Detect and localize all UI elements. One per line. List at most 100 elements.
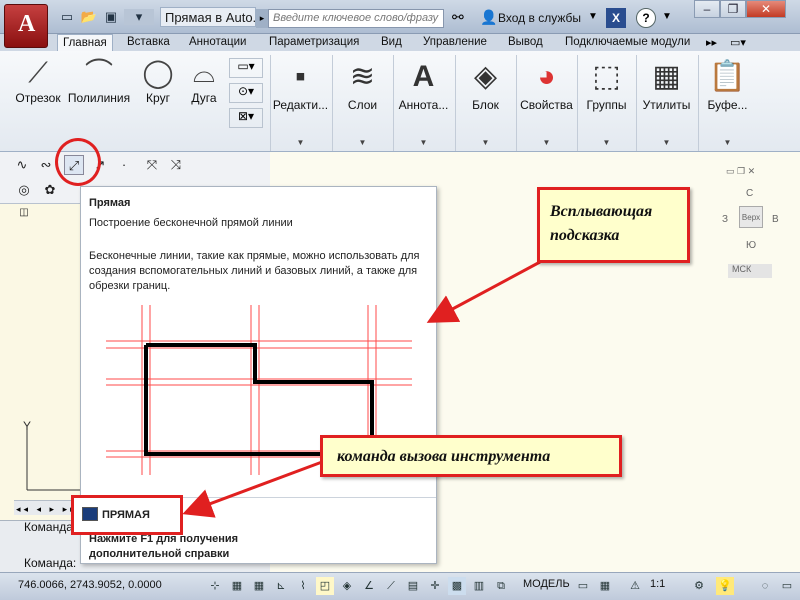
search-input[interactable]: Введите ключевое слово/фразу: [268, 9, 444, 28]
layout-icon[interactable]: ▭: [574, 577, 592, 595]
spline-fit-icon[interactable]: ∾: [36, 155, 56, 175]
annotation-scale[interactable]: 1:1: [650, 578, 665, 590]
tab-view[interactable]: Вид: [376, 34, 407, 51]
ortho-icon[interactable]: ⊾: [272, 577, 290, 595]
exchange-icon[interactable]: X: [606, 8, 626, 28]
properties-dropdown-icon: ▼: [542, 138, 551, 147]
wipeout-icon[interactable]: ✿: [40, 180, 60, 200]
layout-nav-icon[interactable]: ◂◂ ◂ ▸ ▸▸: [16, 504, 78, 514]
point-icon[interactable]: ·: [114, 155, 134, 175]
3d-osnap-icon[interactable]: ◈: [338, 577, 356, 595]
utilities-panel-button[interactable]: ▦ Утилиты ▼: [636, 55, 696, 151]
measure-icon[interactable]: ⤨: [166, 155, 186, 175]
ucs-axis-icon: Y: [23, 420, 81, 491]
lineweight-icon[interactable]: ✛: [426, 577, 444, 595]
modify-panel-button[interactable]: ▪ Редакти... ▼: [270, 55, 330, 151]
status-bar: 746.0066, 2743.9052, 0.0000 ⊹ ▦ ▦ ⊾ ⌇ ◰ …: [0, 572, 800, 600]
polyline-tool-label: Полилиния: [67, 91, 131, 105]
circle-tool-button[interactable]: ◯ Круг: [138, 55, 178, 105]
layout-grid-icon[interactable]: ▦: [596, 577, 614, 595]
viewcube-south: Ю: [746, 240, 757, 251]
signin-dropdown-icon[interactable]: ▼: [588, 11, 598, 22]
snap-icon[interactable]: ⊹: [206, 577, 224, 595]
restore-icon[interactable]: ❐: [720, 0, 746, 18]
tooltip-command: ПРЯМАЯ: [102, 509, 150, 521]
command-history-2: Команда:: [24, 556, 77, 570]
polar-icon[interactable]: ⌇: [294, 577, 312, 595]
tab-insert[interactable]: Вставка: [122, 34, 175, 51]
dyn-icon[interactable]: ▤: [404, 577, 422, 595]
grid-display-icon[interactable]: ▦: [250, 577, 268, 595]
otrack-icon[interactable]: ∠: [360, 577, 378, 595]
divide-icon[interactable]: ⤧: [142, 155, 162, 175]
help-icon[interactable]: ?: [636, 8, 656, 28]
open-folder-icon[interactable]: 📂: [80, 9, 98, 25]
save-icon[interactable]: ▣: [102, 9, 120, 25]
ucs-menu[interactable]: МСК: [728, 264, 772, 278]
help-dropdown-icon[interactable]: ▼: [662, 11, 672, 22]
calculator-icon: ▦: [652, 60, 681, 93]
title-dropdown-icon[interactable]: ▸: [256, 9, 268, 28]
quick-properties-icon[interactable]: ▥: [470, 577, 488, 595]
utilities-dropdown-icon: ▼: [662, 138, 671, 147]
tooltip-panel: Прямая Построение бесконечной прямой лин…: [71, 186, 437, 564]
region-tool-icon[interactable]: ⊠▾: [229, 108, 263, 128]
model-space-toggle[interactable]: МОДЕЛЬ: [523, 578, 570, 590]
viewcube[interactable]: ▭ ❐ ✕ С З Верх В Ю МСК: [710, 160, 790, 280]
tab-output[interactable]: Вывод: [503, 34, 548, 51]
command-highlight-box: ПРЯМАЯ: [71, 495, 183, 535]
bookmark-icon[interactable]: ◫: [14, 203, 34, 223]
ducs-icon[interactable]: ⟋: [382, 577, 400, 595]
minimize-icon[interactable]: –: [694, 0, 720, 18]
tab-parametric[interactable]: Параметризация: [264, 34, 364, 51]
circle-tool-label: Круг: [146, 91, 170, 105]
layers-icon: ≋: [349, 60, 376, 93]
annotation-scale-icon[interactable]: ⚠: [626, 577, 644, 595]
annotation-panel-button[interactable]: A Аннота... ▼: [393, 55, 453, 151]
new-file-icon[interactable]: ▭: [58, 9, 76, 25]
line-tool-label: Отрезок: [15, 91, 61, 105]
arc-tool-button[interactable]: ⌓ Дуга: [186, 55, 222, 105]
polyline-icon: ⌒: [84, 57, 113, 88]
transparency-icon[interactable]: ▩: [448, 577, 466, 595]
line-tool-button[interactable]: ⟋ Отрезок: [12, 55, 64, 105]
tab-annotate[interactable]: Аннотации: [184, 34, 251, 51]
user-icon[interactable]: 👤: [480, 9, 497, 26]
selection-cycling-icon[interactable]: ⧉: [492, 577, 510, 595]
arc-tool-label: Дуга: [191, 91, 217, 105]
line-icon: ⟋: [28, 57, 48, 88]
tab-home[interactable]: Главная: [57, 34, 113, 51]
spline-icon[interactable]: ∿: [12, 155, 32, 175]
properties-panel-button[interactable]: ◕ Свойства ▼: [516, 55, 576, 151]
hatch-tool-icon[interactable]: ⊙▾: [229, 83, 263, 103]
signin-link[interactable]: Вход в службы: [498, 9, 581, 28]
tool-highlight-circle: [55, 138, 101, 186]
viewport-restore-icon[interactable]: ▭ ❐ ✕: [726, 166, 755, 177]
fullscreen-icon[interactable]: ▭: [778, 577, 796, 595]
more-tabs-icon[interactable]: ▸▸: [706, 36, 717, 49]
groups-panel-button[interactable]: ⬚ Группы ▼: [577, 55, 635, 151]
revcloud-icon[interactable]: ◎: [14, 180, 34, 200]
block-panel-button[interactable]: ◈ Блок ▼: [455, 55, 515, 151]
ribbon-minimize-icon[interactable]: ▭▾: [730, 36, 746, 49]
grid-icon[interactable]: ▦: [228, 577, 246, 595]
workspace-icon[interactable]: ⚙: [690, 577, 708, 595]
layers-panel-button[interactable]: ≋ Слои ▼: [332, 55, 392, 151]
tooltip-description: Бесконечные линии, такие как прямые, мож…: [89, 250, 420, 292]
clipboard-panel-button[interactable]: 📋 Буфе... ▼: [698, 55, 756, 151]
tab-manage[interactable]: Управление: [418, 34, 492, 51]
tab-plugins[interactable]: Подключаемые модули: [560, 34, 695, 51]
application-menu-button[interactable]: A: [4, 4, 48, 48]
viewcube-east: В: [772, 214, 779, 225]
polyline-tool-button[interactable]: ⌒ Полилиния: [66, 55, 132, 105]
rectangle-tool-icon[interactable]: ▭▾: [229, 58, 263, 78]
quick-access-more-icon[interactable]: ▾: [124, 9, 154, 25]
close-icon[interactable]: ✕: [746, 0, 786, 18]
viewcube-face[interactable]: Верх: [739, 206, 763, 228]
modify-dropdown-icon: ▼: [296, 138, 305, 147]
clipboard-dropdown-icon: ▼: [723, 138, 732, 147]
clean-screen-icon[interactable]: ◌: [756, 577, 774, 595]
lightbulb-icon[interactable]: 💡: [716, 577, 734, 595]
binoculars-icon[interactable]: ⚯: [452, 9, 464, 26]
osnap-icon[interactable]: ◰: [316, 577, 334, 595]
